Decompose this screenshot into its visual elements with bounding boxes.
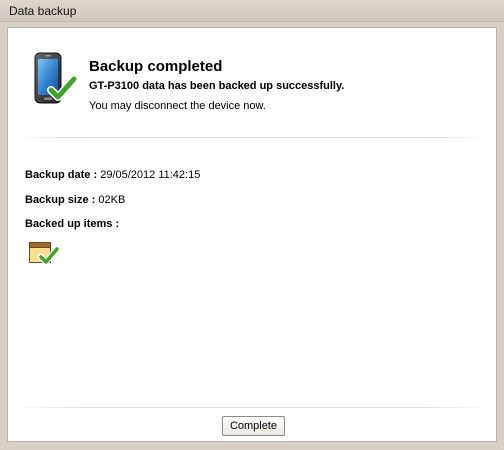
backup-date-label: Backup date : xyxy=(25,169,98,181)
backup-size-value: 02KB xyxy=(98,194,126,206)
backup-date-row: Backup date : 29/05/2012 11:42:15 xyxy=(25,169,200,181)
phone-check-icon xyxy=(34,52,78,104)
status-note: You may disconnect the device now. xyxy=(89,100,266,112)
backup-size-label: Backup size : xyxy=(25,194,96,206)
window-title: Data backup xyxy=(9,4,77,18)
backup-window: Data backup Backup completed GT-P3100 da… xyxy=(0,0,504,450)
complete-button[interactable]: Complete xyxy=(222,416,285,436)
status-header: Backup completed GT-P3100 data has been … xyxy=(8,28,496,138)
backed-up-items-row: Backed up items : xyxy=(25,218,119,230)
divider xyxy=(14,137,492,138)
title-bar: Data backup xyxy=(0,0,504,22)
backup-size-row: Backup size : 02KB xyxy=(25,194,125,206)
footer-divider xyxy=(14,407,492,408)
status-subtitle: GT-P3100 data has been backed up success… xyxy=(89,80,345,92)
status-title: Backup completed xyxy=(89,58,223,75)
content-panel: Backup completed GT-P3100 data has been … xyxy=(7,27,497,442)
backed-up-items-label: Backed up items : xyxy=(25,218,120,230)
backup-date-value: 29/05/2012 11:42:15 xyxy=(100,169,201,181)
calendar-check-icon xyxy=(29,242,60,265)
